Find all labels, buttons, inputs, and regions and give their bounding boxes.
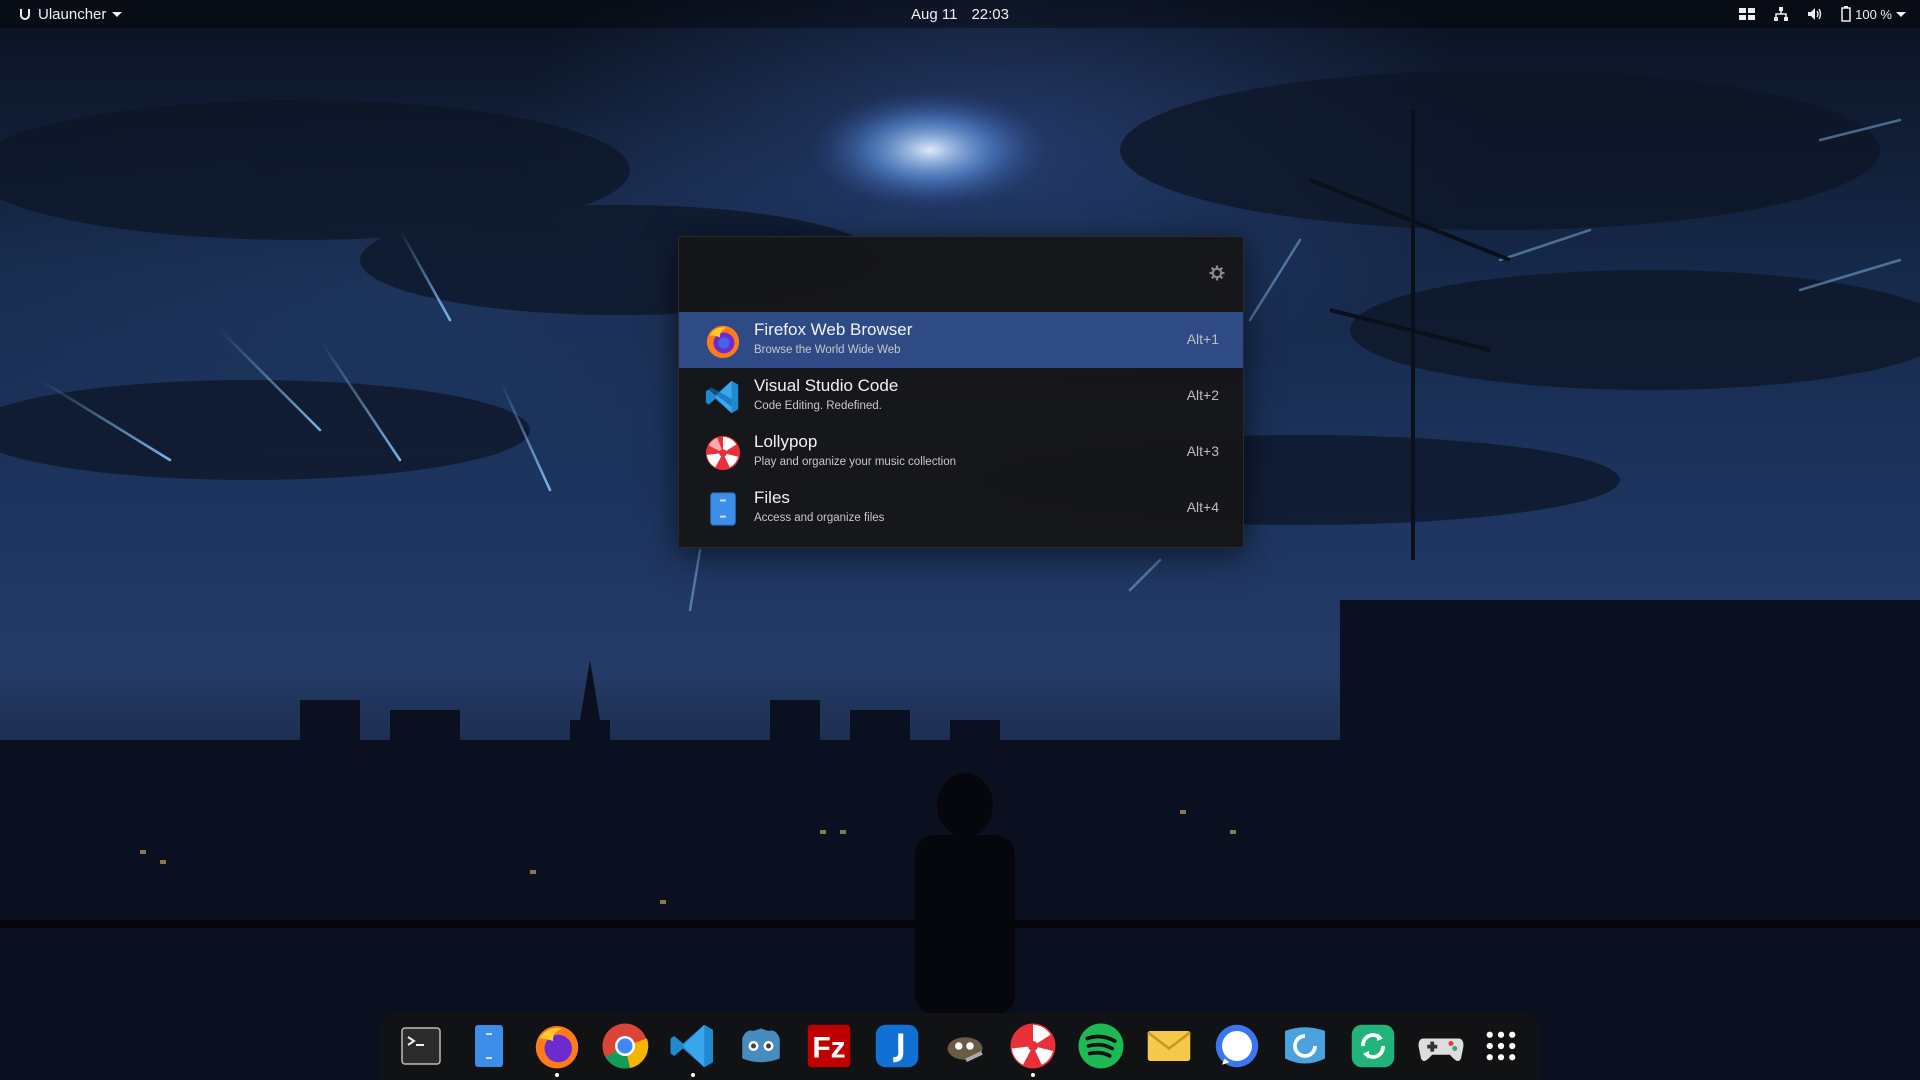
result-item-lollypop[interactable]: Lollypop Play and organize your music co… bbox=[679, 424, 1243, 480]
dock-item-firefox[interactable] bbox=[532, 1021, 582, 1071]
sync-icon bbox=[1351, 1024, 1395, 1068]
dock: Fz bbox=[382, 1013, 1538, 1080]
gimp-icon bbox=[947, 1037, 983, 1062]
godot-icon bbox=[742, 1028, 780, 1063]
dock-item-joplin[interactable] bbox=[872, 1021, 922, 1071]
top-bar: Ulauncher Aug 11 22:03 100 % bbox=[0, 0, 1920, 28]
files-icon bbox=[475, 1025, 503, 1067]
dock-item-vscode[interactable] bbox=[668, 1021, 718, 1071]
dock-item-gimp[interactable] bbox=[940, 1021, 990, 1071]
result-subtitle: Play and organize your music collection bbox=[754, 456, 956, 468]
gamepad-icon bbox=[1418, 1038, 1464, 1061]
dock-item-mail[interactable] bbox=[1144, 1021, 1194, 1071]
lollypop-icon bbox=[705, 435, 741, 471]
keyboard-layout-icon[interactable] bbox=[1739, 8, 1756, 20]
vscode-icon bbox=[670, 1024, 713, 1068]
clock-time: 22:03 bbox=[971, 5, 1009, 23]
result-subtitle: Browse the World Wide Web bbox=[754, 344, 901, 356]
vpn-icon bbox=[1285, 1027, 1325, 1064]
svg-text:Fz: Fz bbox=[812, 1031, 845, 1064]
running-indicator bbox=[691, 1073, 695, 1077]
vscode-icon bbox=[705, 380, 739, 414]
clock[interactable]: Aug 11 22:03 bbox=[0, 0, 1920, 28]
dock-item-sync[interactable] bbox=[1348, 1021, 1398, 1071]
filezilla-icon: Fz bbox=[807, 1024, 851, 1068]
mail-icon bbox=[1146, 1031, 1192, 1061]
running-indicator bbox=[555, 1073, 559, 1077]
dock-item-app-grid[interactable] bbox=[1476, 1021, 1526, 1071]
app-menu-label: Ulauncher bbox=[38, 5, 107, 23]
battery-indicator[interactable]: 100 % bbox=[1841, 6, 1906, 22]
dock-item-chrome[interactable] bbox=[600, 1021, 650, 1071]
files-icon bbox=[710, 492, 736, 526]
result-item-vscode[interactable]: Visual Studio Code Code Editing. Redefin… bbox=[679, 368, 1243, 424]
gear-icon[interactable] bbox=[1209, 265, 1225, 281]
result-item-files[interactable]: Files Access and organize files Alt+4 bbox=[679, 480, 1243, 536]
dock-item-games[interactable] bbox=[1416, 1021, 1466, 1071]
chrome-icon bbox=[602, 1023, 649, 1069]
result-subtitle: Access and organize files bbox=[754, 512, 885, 524]
launcher-window: Firefox Web Browser Browse the World Wid… bbox=[678, 236, 1244, 548]
launcher-search-input[interactable] bbox=[697, 255, 1171, 297]
result-shortcut: Alt+3 bbox=[1186, 443, 1219, 459]
dock-item-lollypop[interactable] bbox=[1008, 1021, 1058, 1071]
system-tray[interactable]: 100 % bbox=[1739, 0, 1906, 28]
chevron-down-icon bbox=[1896, 11, 1906, 17]
spotify-icon bbox=[1078, 1023, 1124, 1069]
chevron-down-icon bbox=[112, 11, 123, 17]
firefox-icon bbox=[706, 325, 740, 359]
battery-icon bbox=[1841, 6, 1851, 22]
battery-percent: 100 % bbox=[1855, 6, 1892, 22]
result-title: Files bbox=[754, 488, 790, 507]
network-wired-icon[interactable] bbox=[1773, 6, 1789, 22]
result-shortcut: Alt+2 bbox=[1186, 387, 1219, 403]
ulauncher-icon bbox=[20, 9, 30, 20]
dock-item-terminal[interactable] bbox=[396, 1021, 446, 1071]
clock-date: Aug 11 bbox=[911, 5, 958, 23]
dock-item-vpn[interactable] bbox=[1280, 1021, 1330, 1071]
firefox-icon bbox=[535, 1026, 579, 1069]
result-subtitle: Code Editing. Redefined. bbox=[754, 400, 882, 412]
dock-item-godot[interactable] bbox=[736, 1021, 786, 1071]
lollypop-icon bbox=[1010, 1023, 1056, 1069]
terminal-icon bbox=[401, 1027, 441, 1065]
app-menu[interactable]: Ulauncher bbox=[18, 0, 123, 28]
result-title: Visual Studio Code bbox=[754, 376, 899, 395]
dock-item-spotify[interactable] bbox=[1076, 1021, 1126, 1071]
running-indicator bbox=[1031, 1073, 1035, 1077]
result-title: Firefox Web Browser bbox=[754, 320, 913, 339]
app-grid-icon bbox=[1486, 1031, 1516, 1061]
volume-icon[interactable] bbox=[1807, 6, 1823, 22]
dock-item-filezilla[interactable]: Fz bbox=[804, 1021, 854, 1071]
joplin-icon bbox=[875, 1024, 919, 1068]
launcher-search-area bbox=[679, 237, 1243, 312]
result-shortcut: Alt+4 bbox=[1186, 499, 1219, 515]
result-title: Lollypop bbox=[754, 432, 818, 451]
result-shortcut: Alt+1 bbox=[1186, 331, 1219, 347]
launcher-results: Firefox Web Browser Browse the World Wid… bbox=[679, 312, 1243, 536]
signal-icon bbox=[1215, 1024, 1259, 1068]
result-item-firefox[interactable]: Firefox Web Browser Browse the World Wid… bbox=[679, 312, 1243, 368]
dock-item-files[interactable] bbox=[464, 1021, 514, 1071]
dock-item-signal[interactable] bbox=[1212, 1021, 1262, 1071]
